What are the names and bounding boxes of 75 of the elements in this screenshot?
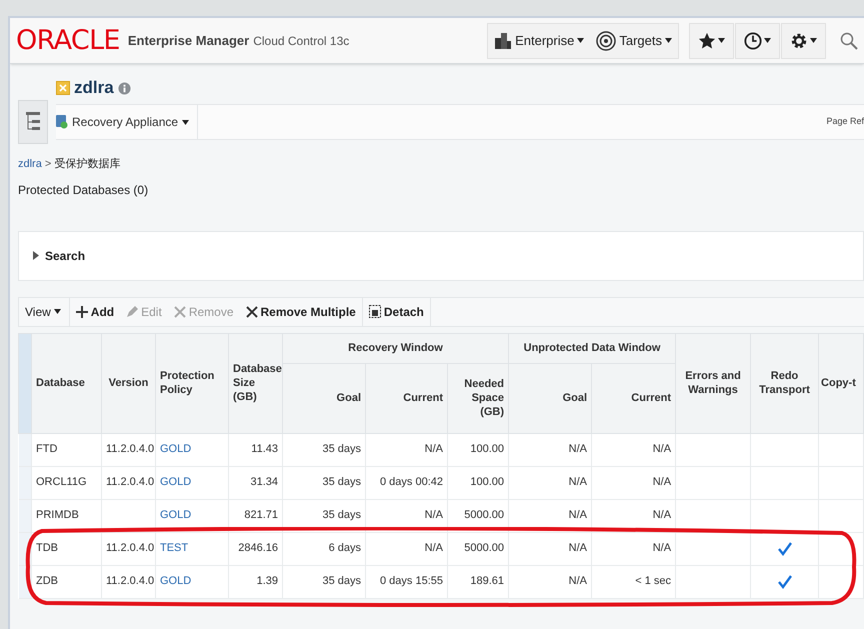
column-header[interactable]: Needed Space (GB) [448, 363, 509, 433]
table-cell: ORCL11G [32, 466, 102, 499]
table-cell: 6 days [282, 532, 366, 565]
table-cell: 35 days [282, 433, 366, 466]
target-menu-button[interactable]: Recovery Appliance [56, 105, 198, 139]
table-cell: N/A [366, 433, 448, 466]
policy-link[interactable]: GOLD [160, 476, 192, 488]
table-cell: 100.00 [448, 433, 509, 466]
column-header[interactable]: Database Size (GB) [228, 333, 282, 433]
table-cell: N/A [592, 466, 676, 499]
column-header[interactable]: Current [366, 363, 448, 433]
column-header[interactable]: Current [592, 363, 676, 433]
column-header[interactable]: Copy-t [818, 333, 864, 433]
table-cell: TDB [32, 532, 102, 565]
table-cell: 2846.16 [228, 532, 282, 565]
target-name: zdlra [74, 77, 114, 100]
column-header[interactable]: Goal [282, 363, 366, 433]
table-cell: 35 days [282, 565, 366, 598]
page-refresh-label: Page Ref [826, 115, 864, 128]
table-cell: 11.43 [228, 433, 282, 466]
policy-link[interactable]: GOLD [160, 575, 192, 588]
table-cell: N/A [366, 532, 448, 565]
toolbar-button[interactable]: View [18, 298, 70, 326]
table-cell: 100.00 [448, 466, 509, 499]
toolbar-button[interactable]: Detach [362, 298, 431, 326]
table-cell: 0 days 15:55 [366, 565, 448, 598]
column-header[interactable]: Errors and Warnings [676, 333, 751, 433]
column-header[interactable]: Protection Policy [156, 333, 228, 433]
table-cell: 11.2.0.4.0 [102, 565, 156, 598]
column-header[interactable]: Version [102, 333, 156, 433]
table-cell: 35 days [282, 466, 366, 499]
table-cell: ZDB [32, 565, 102, 598]
column-header[interactable]: Redo Transport [750, 333, 819, 433]
table-cell: 11.2.0.4.0 [102, 433, 156, 466]
table-cell: 5000.00 [448, 532, 509, 565]
section-title: Protected Databases (0) [18, 182, 148, 196]
policy-link[interactable]: GOLD [160, 443, 192, 456]
table-cell: 5000.00 [448, 499, 509, 532]
breadcrumb-link[interactable]: zdlra [18, 156, 42, 172]
table-cell: N/A [508, 433, 592, 466]
menu-button[interactable]: Targets [590, 24, 678, 58]
toolbar-button[interactable]: Add [70, 298, 120, 326]
table-cell: 11.2.0.4.0 [102, 466, 156, 499]
table-cell: 11.2.0.4.0 [102, 532, 156, 565]
table-cell: N/A [366, 499, 448, 532]
table-cell: 821.71 [228, 499, 282, 532]
oracle-logo: ORACLE [16, 27, 120, 54]
table-cell: N/A [592, 499, 676, 532]
table-cell: 31.34 [228, 466, 282, 499]
product-name: Enterprise Manager [128, 32, 250, 50]
breadcrumb-separator: > [44, 157, 52, 172]
table-cell: N/A [508, 499, 592, 532]
table-cell: N/A [508, 532, 592, 565]
table-cell: 0 days 00:42 [366, 466, 448, 499]
table-cell: 189.61 [448, 565, 509, 598]
product-edition: Cloud Control 13c [253, 32, 350, 50]
table-cell: N/A [508, 466, 592, 499]
toolbar-button[interactable]: Remove Multiple [240, 298, 362, 326]
column-group-header: Unprotected Data Window [508, 333, 676, 363]
table-cell: 35 days [282, 499, 366, 532]
table-cell: N/A [508, 565, 592, 598]
table-cell: < 1 sec [592, 565, 676, 598]
table-cell: 1.39 [228, 565, 282, 598]
table-cell: N/A [592, 532, 676, 565]
table-cell: N/A [592, 433, 676, 466]
policy-link[interactable]: TEST [160, 542, 188, 554]
breadcrumb-current: 受保护数据库 [54, 156, 120, 172]
search-toggle[interactable]: Search [33, 246, 86, 264]
column-header[interactable]: Goal [508, 363, 592, 433]
column-header[interactable]: Database [32, 333, 102, 433]
column-group-header: Recovery Window [282, 333, 509, 363]
menu-button[interactable]: Enterprise [488, 24, 590, 58]
policy-link[interactable]: GOLD [160, 509, 192, 522]
table-cell: FTD [32, 433, 102, 466]
table-cell: PRIMDB [32, 499, 102, 532]
